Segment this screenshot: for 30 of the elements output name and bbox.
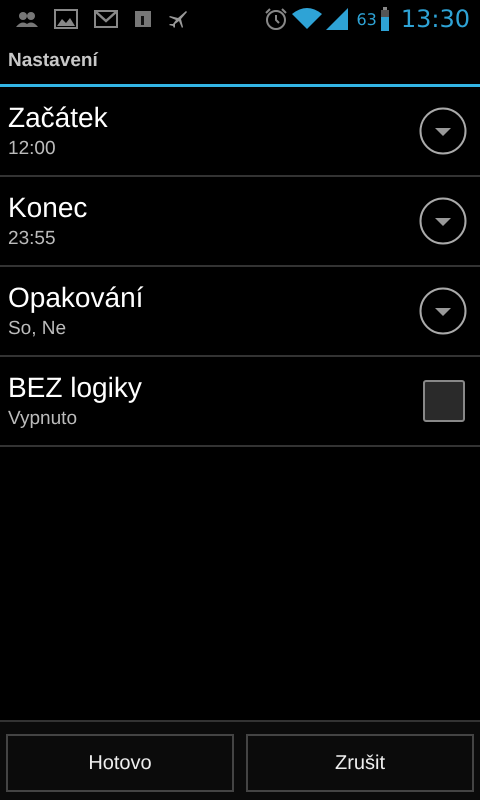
image-icon	[54, 9, 78, 29]
alarm-icon	[264, 7, 288, 31]
setting-row[interactable]: Konec 23:55	[0, 177, 480, 267]
wifi-icon	[292, 7, 322, 31]
setting-summary: 12:00	[8, 138, 57, 160]
dialog-button[interactable]: Zrušit	[246, 734, 474, 792]
dropdown-icon[interactable]	[419, 287, 467, 335]
setting-summary: Vypnuto	[8, 408, 78, 430]
setting-title: Opakování	[8, 282, 144, 314]
mail-icon	[94, 10, 118, 28]
setting-row[interactable]: Opakování So, Ne	[0, 267, 480, 357]
setting-title: Konec	[8, 192, 88, 224]
clock-time: 13:30	[400, 5, 470, 33]
dialog-button[interactable]: Hotovo	[6, 734, 234, 792]
checkbox[interactable]	[423, 380, 465, 422]
dropdown-icon[interactable]	[419, 197, 467, 245]
dropdown-icon[interactable]	[419, 107, 467, 155]
setting-summary: 23:55	[8, 228, 57, 250]
battery-percent: 63	[356, 10, 377, 28]
setting-summary: So, Ne	[8, 318, 68, 340]
setting-row[interactable]: Začátek 12:00	[0, 87, 480, 177]
setting-title: BEZ logiky	[8, 372, 142, 404]
setting-title: Začátek	[8, 102, 108, 134]
calendar-icon	[134, 10, 152, 28]
signal-icon	[326, 7, 348, 31]
people-icon	[16, 10, 38, 28]
dialog-title: Nastavení	[8, 50, 98, 72]
battery-icon	[380, 7, 389, 31]
setting-row[interactable]: BEZ logiky Vypnuto	[0, 357, 480, 447]
airplane-icon	[168, 9, 188, 29]
